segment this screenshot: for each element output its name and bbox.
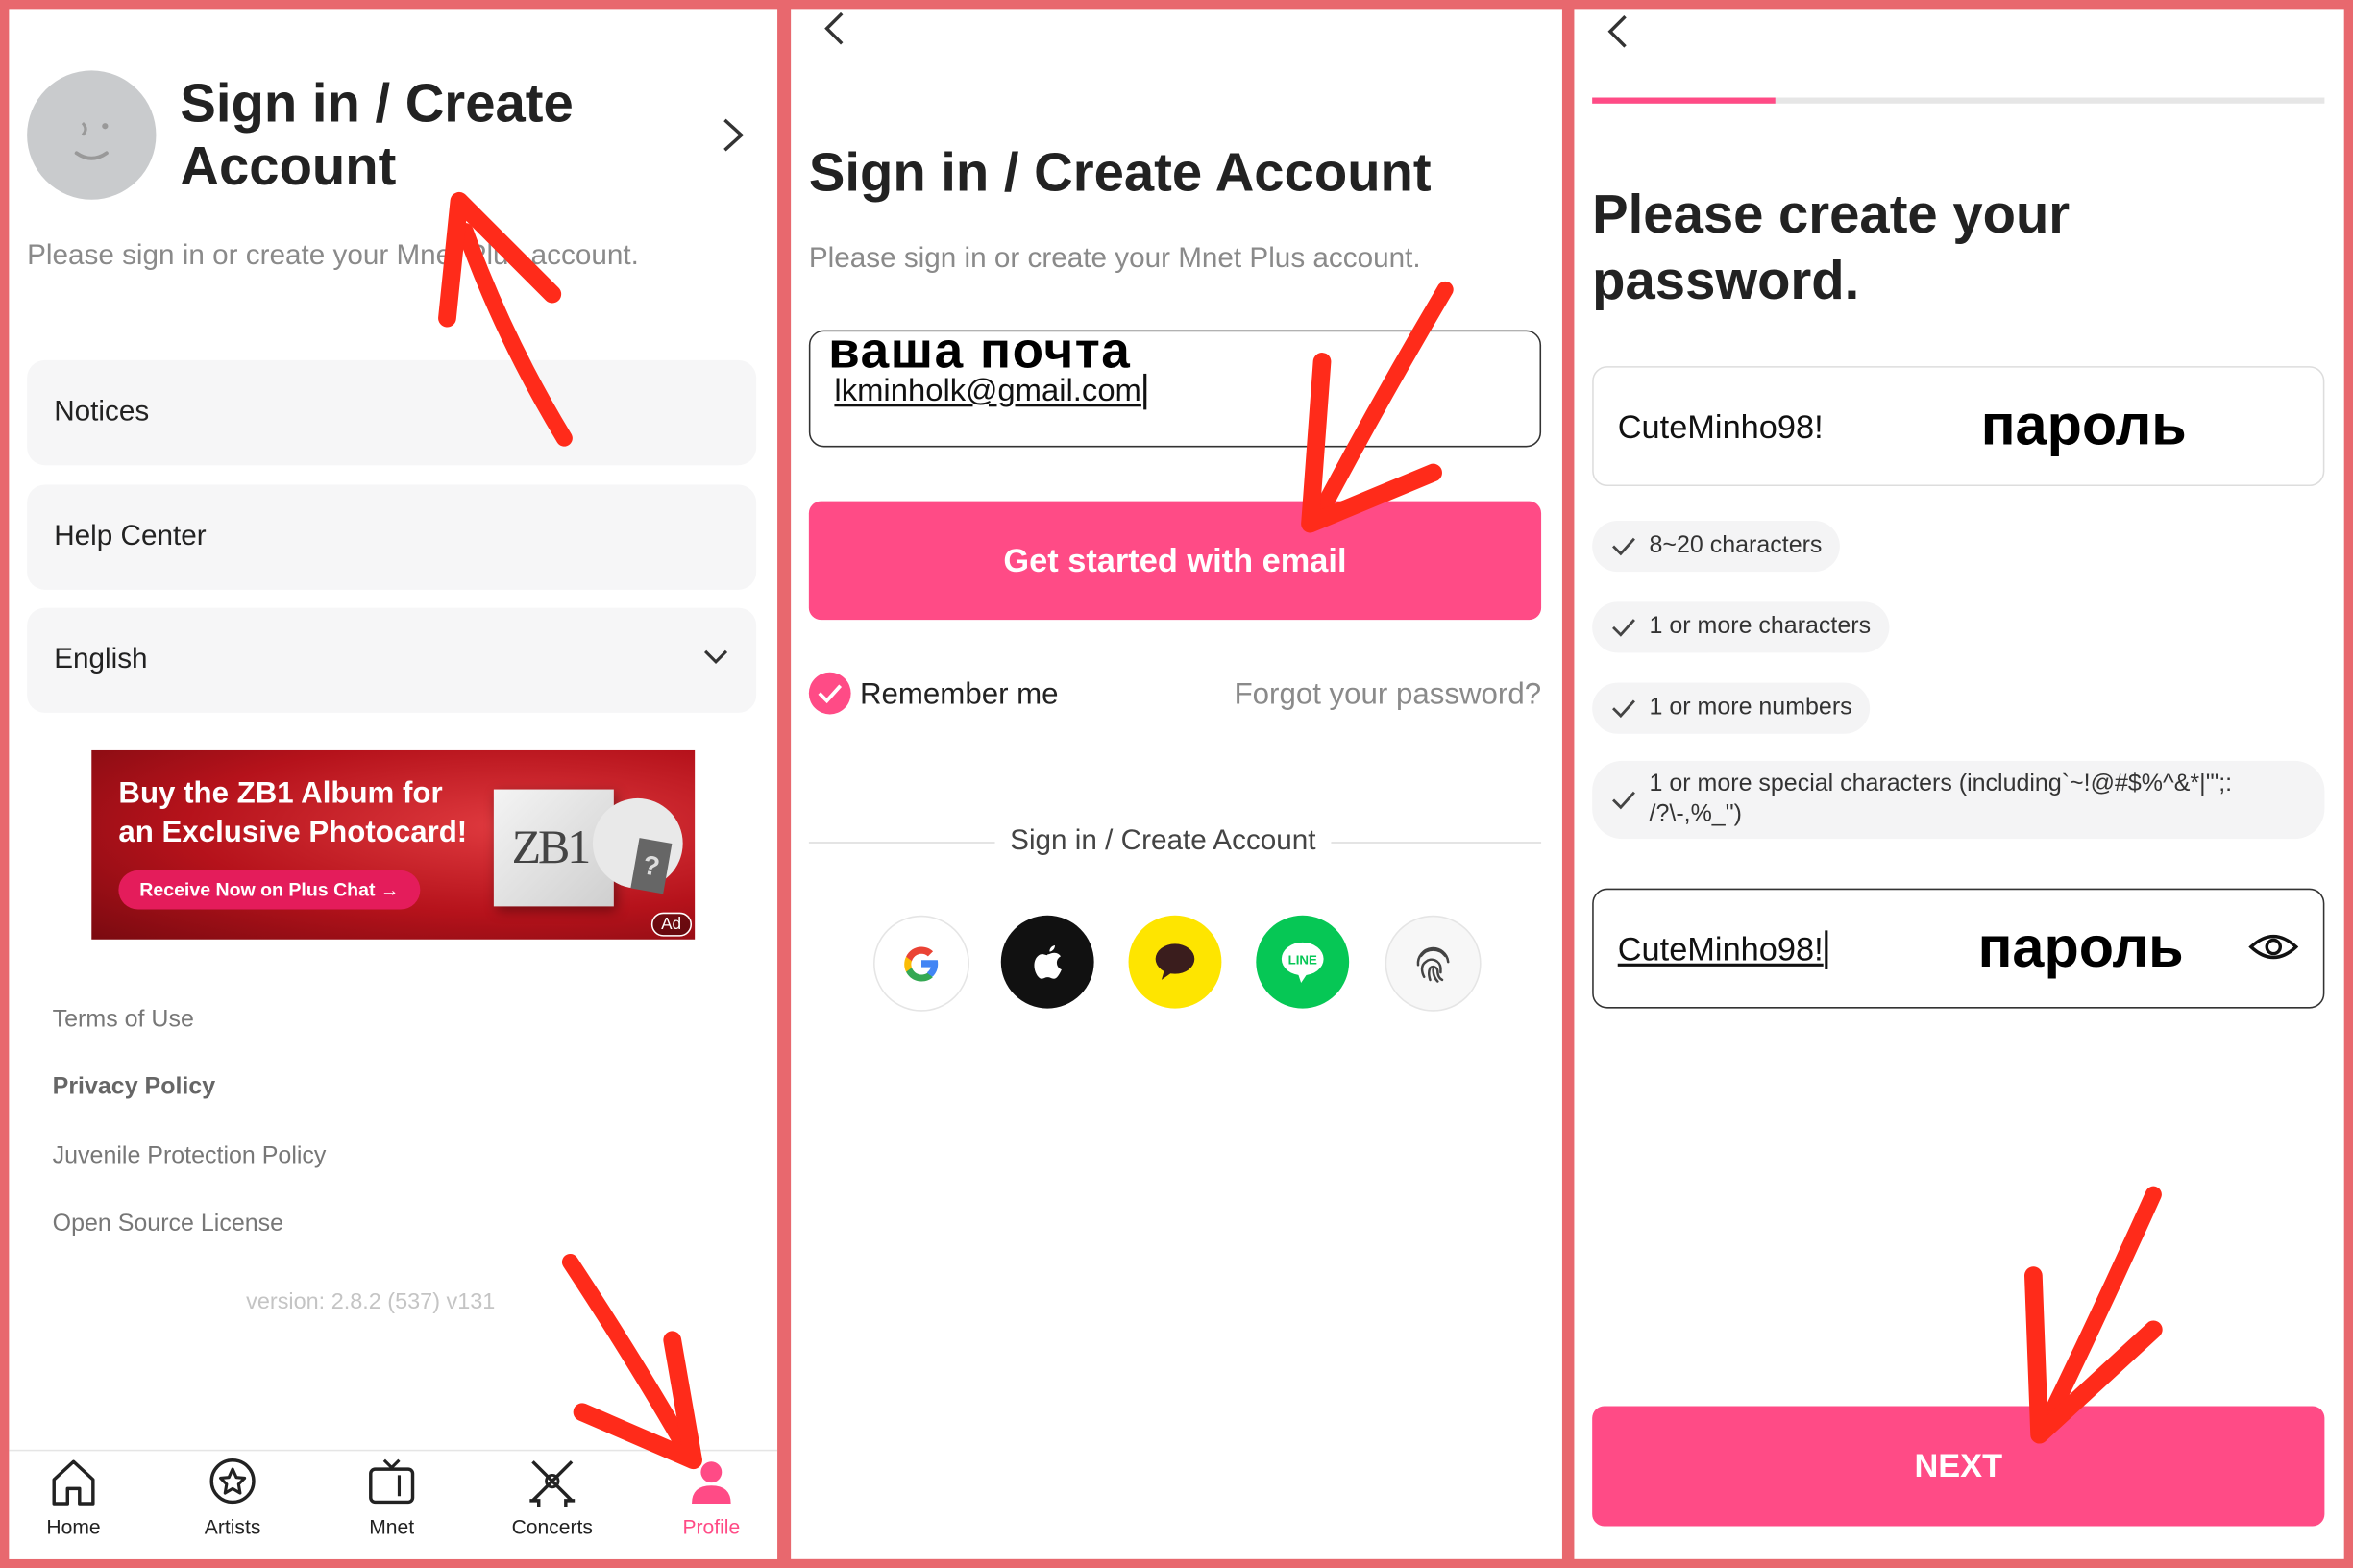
version-text: version: 2.8.2 (537) v131: [246, 1288, 496, 1315]
rule-numbers: 1 or more numbers: [1592, 682, 1871, 734]
tab-mnet-label: Mnet: [369, 1515, 415, 1538]
password-value: CuteMinho98!: [1617, 407, 1824, 446]
open-source-link[interactable]: Open Source License: [53, 1211, 283, 1237]
confirm-password-value: CuteMinho98!: [1618, 930, 1828, 969]
ad-headline-1: Buy the ZB1 Album for: [118, 777, 443, 811]
remember-me-checkbox[interactable]: [808, 672, 851, 715]
menu-notices[interactable]: Notices: [27, 359, 757, 466]
chevron-right-icon[interactable]: [714, 114, 749, 164]
rule-special-text-1: 1 or more special characters (including`…: [1649, 771, 2233, 797]
tab-artists[interactable]: Artists: [165, 1456, 301, 1538]
ad-banner[interactable]: Buy the ZB1 Album for an Exclusive Photo…: [91, 749, 696, 940]
password-annotation: пароль: [1980, 394, 2187, 458]
language-select-value: English: [54, 644, 148, 675]
page-subtitle: Please sign in or create your Mnet Plus …: [27, 239, 639, 272]
next-button[interactable]: NEXT: [1592, 1406, 2325, 1527]
line-label: LINE: [1288, 953, 1317, 968]
ad-headline-2: an Exclusive Photocard!: [118, 816, 468, 850]
back-arrow-icon[interactable]: [818, 9, 853, 51]
apple-login-button[interactable]: [1000, 915, 1094, 1009]
check-icon: [1612, 791, 1635, 810]
rule-special: 1 or more special characters (including`…: [1592, 760, 2325, 840]
screenshot-collage: Sign in / Create Account Please sign in …: [0, 0, 2353, 1568]
line-icon: LINE: [1281, 942, 1324, 984]
divider-label: Sign in / Create Account: [994, 825, 1332, 859]
terms-link[interactable]: Terms of Use: [53, 1007, 194, 1034]
fingerprint-icon: [1416, 946, 1450, 983]
page-title[interactable]: Sign in / Create Account: [180, 72, 630, 198]
passkey-login-button[interactable]: [1385, 915, 1482, 1012]
forgot-password-link[interactable]: Forgot your password?: [1235, 678, 1541, 713]
progress-track: [1592, 97, 2325, 104]
email-field[interactable]: ваша почта lkminholk@gmail.com: [808, 323, 1542, 448]
check-icon: [818, 684, 843, 704]
annotation-arrow-down: [561, 1253, 702, 1470]
check-icon: [1612, 619, 1635, 637]
tv-icon: [369, 1458, 415, 1505]
page-subtitle: Please sign in or create your Mnet Plus …: [808, 243, 1421, 275]
sign-in-screen: Sign in / Create Account Please sign in …: [791, 9, 1562, 1559]
remember-me-label[interactable]: Remember me: [860, 678, 1059, 713]
line-login-button[interactable]: LINE: [1256, 915, 1350, 1009]
language-select[interactable]: English: [27, 607, 757, 713]
page-title: Sign in / Create Account: [808, 140, 1432, 203]
ad-cta-button[interactable]: Receive Now on Plus Chat →: [118, 870, 421, 910]
confirm-password-field[interactable]: CuteMinho98! пароль: [1592, 888, 2325, 1009]
tab-profile[interactable]: Profile: [644, 1456, 777, 1538]
email-annotation: ваша почта: [828, 322, 1132, 380]
artist-star-icon: [209, 1458, 256, 1505]
ad-label: Ad: [650, 912, 693, 937]
page-title-line-2: password.: [1592, 249, 1860, 311]
email-value: lkminholk@gmail.com: [834, 373, 1146, 410]
home-icon: [52, 1459, 95, 1506]
profile-icon: [692, 1461, 731, 1505]
kakao-icon: [1155, 943, 1195, 980]
rule-length: 8~20 characters: [1592, 520, 1841, 573]
menu-help-center-label: Help Center: [54, 520, 207, 552]
rule-numbers-text: 1 or more numbers: [1649, 695, 1852, 721]
get-started-email-button[interactable]: Get started with email: [808, 501, 1542, 621]
check-icon: [1612, 537, 1635, 556]
rule-letters-text: 1 or more characters: [1649, 613, 1872, 640]
tab-profile-label: Profile: [682, 1515, 741, 1538]
menu-notices-label: Notices: [54, 396, 150, 429]
album-logo: ZB1: [511, 819, 592, 874]
tab-concerts-label: Concerts: [511, 1515, 593, 1538]
chevron-down-icon: [703, 649, 728, 665]
google-login-button[interactable]: [873, 915, 969, 1012]
check-icon: [1612, 699, 1635, 719]
tab-home[interactable]: Home: [9, 1456, 140, 1538]
kakao-login-button[interactable]: [1128, 915, 1222, 1009]
privacy-policy-link[interactable]: Privacy Policy: [53, 1074, 215, 1101]
apple-icon: [1034, 944, 1062, 979]
tab-artists-label: Artists: [204, 1515, 261, 1538]
password-field[interactable]: CuteMinho98! пароль: [1592, 366, 2325, 487]
google-icon: [904, 946, 939, 982]
progress-fill: [1592, 97, 1776, 104]
rule-letters: 1 or more characters: [1592, 601, 1889, 653]
rule-special-text-2: /?\-,%_"): [1649, 801, 1742, 827]
avatar[interactable]: [27, 70, 157, 200]
tab-mnet[interactable]: Mnet: [324, 1456, 459, 1538]
tab-concerts[interactable]: Concerts: [484, 1456, 620, 1538]
lightstick-icon: [529, 1460, 576, 1507]
confirm-password-annotation: пароль: [1977, 917, 2184, 980]
eye-icon[interactable]: [2248, 929, 2299, 965]
juvenile-policy-link[interactable]: Juvenile Protection Policy: [53, 1143, 327, 1170]
profile-screen: Sign in / Create Account Please sign in …: [9, 9, 778, 1559]
page-title-line-1: Please create your: [1592, 183, 2071, 245]
create-password-screen: Please create your password. CuteMinho98…: [1574, 9, 2344, 1559]
back-arrow-icon[interactable]: [1602, 12, 1637, 54]
rule-length-text: 8~20 characters: [1649, 532, 1823, 559]
menu-help-center[interactable]: Help Center: [27, 484, 757, 590]
tab-home-label: Home: [46, 1515, 101, 1538]
